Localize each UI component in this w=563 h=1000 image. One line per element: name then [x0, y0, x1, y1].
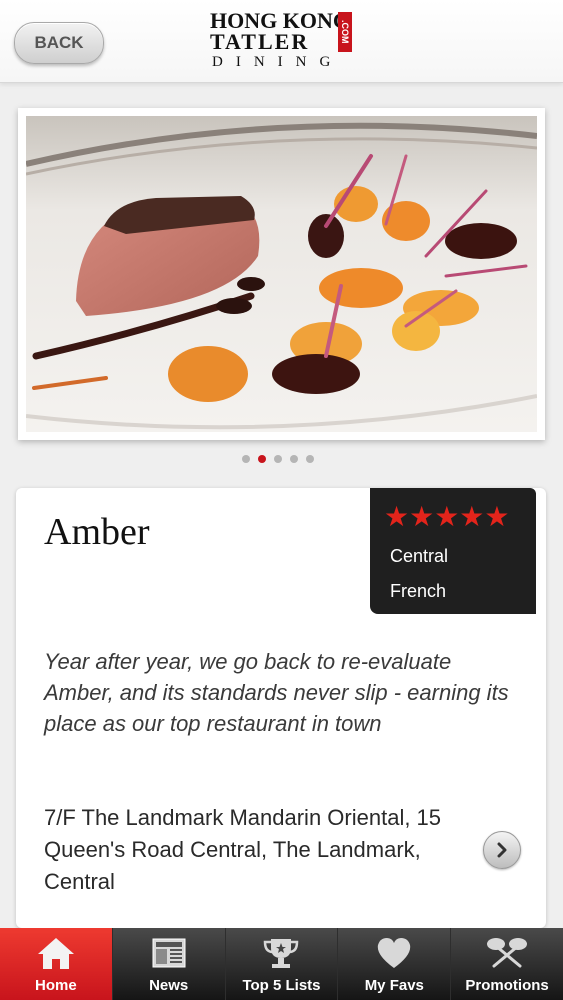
restaurant-card: Amber ★★★★★ Central French Year after ye… — [16, 488, 546, 928]
app-header: BACK HONG KONG TATLER .COM DINING — [0, 0, 563, 83]
logo-line-1: HONG KONG — [210, 8, 350, 33]
page-dot[interactable] — [242, 455, 250, 463]
cuisine-label: French — [390, 581, 447, 601]
hong-kong-tatler-dining-logo: HONG KONG TATLER .COM DINING — [210, 10, 355, 72]
tab-label: Promotions — [465, 977, 549, 994]
page-dot-active[interactable] — [258, 455, 266, 463]
logo-line-2: TATLER — [210, 29, 310, 54]
tab-promotions[interactable]: Promotions — [451, 928, 563, 1000]
chevron-right-icon — [497, 842, 507, 858]
dish-image — [26, 116, 537, 432]
logo-line-3: DINING — [212, 54, 344, 70]
district-label: Central — [390, 546, 449, 566]
tab-label: Home — [35, 977, 77, 994]
page-dot[interactable] — [274, 455, 282, 463]
restaurant-name: Amber — [44, 511, 150, 553]
home-icon — [37, 938, 74, 969]
tab-my-favs[interactable]: My Favs — [338, 928, 452, 1000]
tab-news[interactable]: News — [113, 928, 226, 1000]
address-detail-button[interactable] — [483, 831, 521, 869]
heart-icon — [378, 938, 411, 968]
logo-com-badge: .COM — [338, 12, 352, 52]
restaurant-description: Year after year, we go back to re-evalua… — [44, 649, 509, 736]
restaurant-photo[interactable] — [18, 108, 545, 440]
rating-info-box: ★★★★★ Central French — [370, 488, 536, 614]
tab-home[interactable]: Home — [0, 928, 113, 1000]
tab-label: Top 5 Lists — [242, 977, 321, 994]
tab-label: My Favs — [364, 977, 424, 994]
tab-top-5-lists[interactable]: Top 5 Lists — [226, 928, 339, 1000]
gallery-page-indicator[interactable] — [242, 455, 314, 465]
newspaper-icon — [152, 938, 186, 968]
star-rating: ★★★★★ — [384, 501, 510, 532]
page-dot[interactable] — [306, 455, 314, 463]
page-dot[interactable] — [290, 455, 298, 463]
restaurant-address: 7/F The Landmark Mandarin Oriental, 15 Q… — [44, 805, 442, 894]
cutlery-icon — [487, 938, 528, 968]
bottom-tab-bar: Home News Top 5 Lists My Favs Promotions — [0, 928, 563, 1000]
trophy-icon — [264, 939, 299, 968]
tab-label: News — [149, 977, 189, 994]
back-button[interactable]: BACK — [14, 22, 104, 64]
